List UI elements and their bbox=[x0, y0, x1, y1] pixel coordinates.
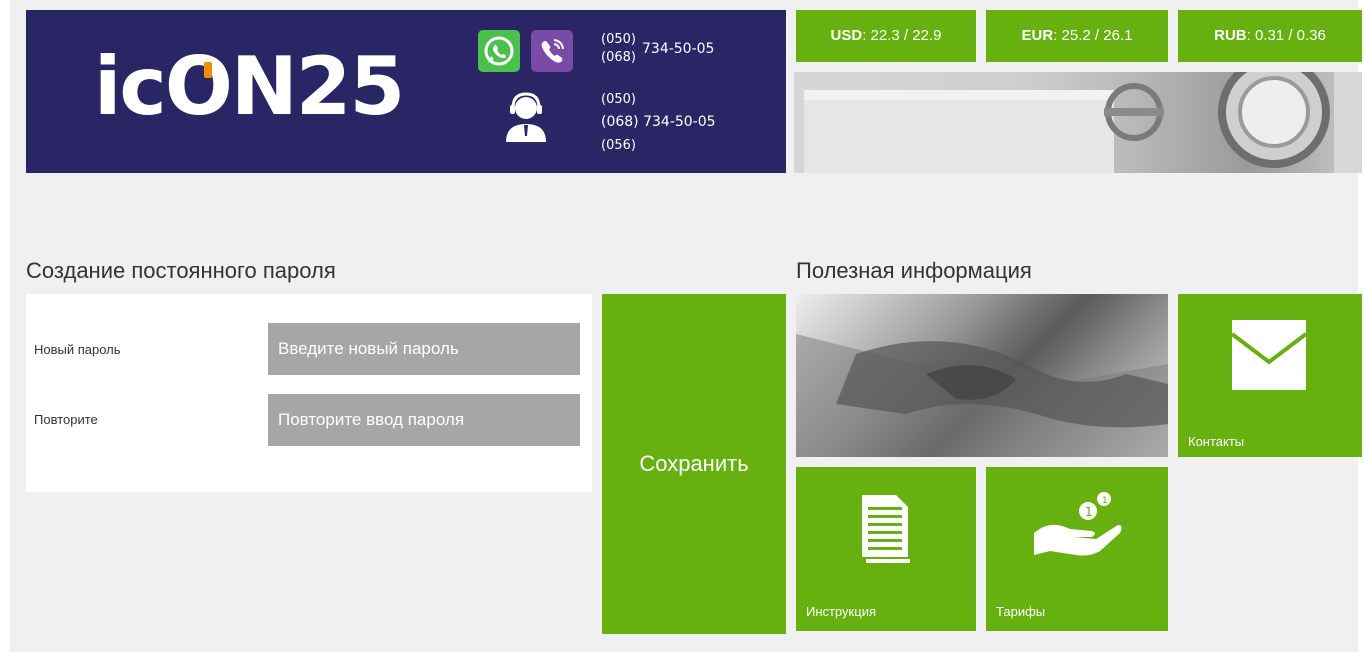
currency-code-eur: EUR bbox=[1021, 27, 1054, 44]
currency-code-usd: USD bbox=[830, 27, 863, 44]
phone-code-1: (050) bbox=[601, 32, 636, 47]
tariffs-tile[interactable]: 1 1 Тарифы bbox=[986, 467, 1168, 631]
contacts-tile[interactable]: Контакты bbox=[1178, 294, 1362, 457]
password-section-title: Создание постоянного пароля bbox=[26, 258, 336, 283]
site-header: icON25 (050) (068) 734-50-05 (050) (068)… bbox=[26, 10, 786, 173]
phone-code-2: (068) bbox=[601, 50, 636, 65]
logo-accent-mark bbox=[204, 62, 212, 78]
currency-rate-eur: : 25.2 / 26.1 bbox=[1053, 27, 1133, 44]
currency-code-rub: RUB bbox=[1214, 27, 1247, 44]
safe-banner-image bbox=[794, 72, 1362, 173]
svg-text:1: 1 bbox=[1102, 496, 1108, 506]
currency-rub: RUB: 0.31 / 0.36 bbox=[1178, 10, 1362, 62]
envelope-icon bbox=[1230, 320, 1308, 392]
new-password-label: Новый пароль bbox=[34, 342, 121, 357]
handshake-image bbox=[796, 294, 1168, 457]
support-operator-icon bbox=[498, 90, 554, 146]
repeat-password-label: Повторите bbox=[34, 412, 98, 427]
phone-number-messengers[interactable]: 734-50-05 bbox=[642, 42, 714, 57]
currency-usd: USD: 22.3 / 22.9 bbox=[796, 10, 976, 62]
phone-line-3: (056) bbox=[601, 138, 636, 153]
save-button[interactable]: Сохранить bbox=[602, 294, 786, 634]
contacts-tile-label: Контакты bbox=[1188, 434, 1245, 449]
hand-coins-icon: 1 1 bbox=[1030, 489, 1126, 561]
phone-line-1: (050) bbox=[601, 92, 636, 107]
document-icon bbox=[860, 493, 910, 563]
viber-icon[interactable] bbox=[531, 30, 573, 72]
useful-info-title: Полезная информация bbox=[796, 258, 1032, 283]
password-form-panel: Новый пароль Повторите bbox=[26, 294, 592, 492]
currency-eur: EUR: 25.2 / 26.1 bbox=[986, 10, 1168, 62]
svg-text:1: 1 bbox=[1085, 505, 1093, 519]
whatsapp-icon[interactable] bbox=[478, 30, 520, 72]
currency-rate-usd: : 22.3 / 22.9 bbox=[862, 27, 942, 44]
repeat-password-input[interactable] bbox=[268, 394, 580, 446]
tariffs-tile-label: Тарифы bbox=[996, 604, 1046, 619]
instructions-tile-label: Инструкция bbox=[806, 604, 876, 619]
phone-line-2[interactable]: (068) 734-50-05 bbox=[601, 115, 716, 130]
site-logo[interactable]: icON25 bbox=[94, 42, 405, 132]
instructions-tile[interactable]: Инструкция bbox=[796, 467, 976, 631]
new-password-input[interactable] bbox=[268, 323, 580, 375]
currency-rate-rub: : 0.31 / 0.36 bbox=[1246, 27, 1326, 44]
